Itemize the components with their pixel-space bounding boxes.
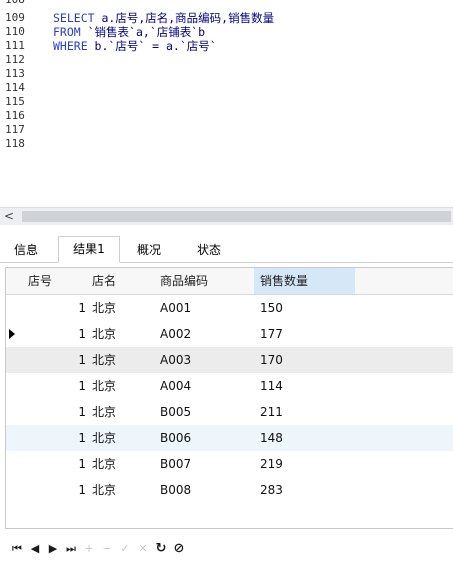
tab-status[interactable]: 状态 xyxy=(180,238,238,262)
sql-keyword: SELECT xyxy=(53,11,95,25)
cell-product-code[interactable]: A002 xyxy=(160,321,258,347)
cell-sales-qty[interactable]: 170 xyxy=(256,347,358,373)
table-row[interactable]: 1 北京 B006 148 xyxy=(6,425,453,451)
code-body: b.`店号` = a.`店号` xyxy=(87,39,217,53)
cell-product-code[interactable]: B006 xyxy=(160,425,258,451)
line-number: 113 xyxy=(5,67,25,80)
editor-line: 114 xyxy=(0,81,453,95)
cell-sales-qty[interactable]: 283 xyxy=(256,477,358,503)
grid-header-row: 店号 店名 商品编码 销售数量 xyxy=(6,268,453,295)
cell-store-name[interactable]: 北京 xyxy=(92,295,158,321)
line-number: 115 xyxy=(5,95,25,108)
column-header-store-no[interactable]: 店号 xyxy=(20,268,86,294)
table-row[interactable]: 1 北京 B005 211 xyxy=(6,399,453,425)
discard-changes-icon[interactable]: ✕ xyxy=(134,539,152,559)
cell-sales-qty[interactable]: 177 xyxy=(256,321,358,347)
cell-store-name[interactable]: 北京 xyxy=(92,399,158,425)
column-header-store-name[interactable]: 店名 xyxy=(92,268,158,294)
code-text[interactable]: SELECT a.店号,店名,商品编码,销售数量 xyxy=(53,11,274,25)
cell-store-no[interactable]: 1 xyxy=(20,477,86,503)
editor-line: 111 WHERE b.`店号` = a.`店号` xyxy=(0,39,453,53)
editor-line: 110 FROM `销售表`a,`店铺表`b xyxy=(0,25,453,39)
apply-changes-icon[interactable]: ✓ xyxy=(116,539,134,559)
code-body: a.店号,店名,商品编码,销售数量 xyxy=(94,11,275,25)
editor-line: 115 xyxy=(0,95,453,109)
cell-product-code[interactable]: A004 xyxy=(160,373,258,399)
stop-icon[interactable]: ⊘ xyxy=(170,539,188,559)
line-number: 118 xyxy=(5,137,25,150)
column-header-sales-qty[interactable]: 销售数量 xyxy=(256,268,358,294)
table-row[interactable]: 1 北京 A004 114 xyxy=(6,373,453,399)
cell-store-no[interactable]: 1 xyxy=(20,321,86,347)
first-record-icon[interactable]: ⏮ xyxy=(8,539,26,559)
cell-sales-qty[interactable]: 211 xyxy=(256,399,358,425)
line-number: 114 xyxy=(5,81,25,94)
table-row[interactable]: 1 北京 B008 283 xyxy=(6,477,453,503)
line-number: 117 xyxy=(5,123,25,136)
scroll-left-button[interactable]: < xyxy=(4,208,16,225)
current-row-indicator-icon xyxy=(9,329,15,339)
delete-record-icon[interactable]: − xyxy=(98,539,116,559)
line-number: 112 xyxy=(5,53,25,66)
cell-product-code[interactable]: B007 xyxy=(160,451,258,477)
editor-line: 118 xyxy=(0,137,453,151)
code-text[interactable]: WHERE b.`店号` = a.`店号` xyxy=(53,39,217,53)
cell-store-no[interactable]: 1 xyxy=(20,451,86,477)
line-number: 108 xyxy=(5,0,45,7)
cell-store-no[interactable]: 1 xyxy=(20,295,86,321)
sql-editor[interactable]: 108 109 SELECT a.店号,店名,商品编码,销售数量 110 FRO… xyxy=(0,0,453,207)
tab-info[interactable]: 信息 xyxy=(0,238,52,262)
last-record-icon[interactable]: ⏭ xyxy=(62,539,80,559)
cell-product-code[interactable]: B005 xyxy=(160,399,258,425)
tab-profile[interactable]: 概况 xyxy=(120,238,178,262)
table-row[interactable]: 1 北京 A001 150 xyxy=(6,295,453,321)
editor-line: 112 xyxy=(0,53,453,67)
line-number: 111 xyxy=(5,39,25,52)
tab-result1[interactable]: 结果1 xyxy=(58,236,120,263)
next-record-icon[interactable]: ▶ xyxy=(44,539,62,559)
editor-line: 113 xyxy=(0,67,453,81)
cell-store-name[interactable]: 北京 xyxy=(92,321,158,347)
cell-store-name[interactable]: 北京 xyxy=(92,347,158,373)
cell-sales-qty[interactable]: 148 xyxy=(256,425,358,451)
sql-keyword: FROM xyxy=(53,25,81,39)
sql-keyword: WHERE xyxy=(53,39,88,53)
line-number: 116 xyxy=(5,109,25,122)
cell-sales-qty[interactable]: 114 xyxy=(256,373,358,399)
code-body: `销售表`a,`店铺表`b xyxy=(80,25,206,39)
cell-store-no[interactable]: 1 xyxy=(20,399,86,425)
line-number: 109 xyxy=(5,11,25,24)
cell-store-no[interactable]: 1 xyxy=(20,373,86,399)
cell-product-code[interactable]: A003 xyxy=(160,347,258,373)
table-row[interactable]: 1 北京 A003 170 xyxy=(6,347,453,373)
line-number: 110 xyxy=(5,25,25,38)
record-navigation-toolbar: ⏮ ◀ ▶ ⏭ + − ✓ ✕ ↻ ⊘ xyxy=(0,536,453,563)
code-text[interactable]: FROM `销售表`a,`店铺表`b xyxy=(53,25,205,39)
cell-store-name[interactable]: 北京 xyxy=(92,477,158,503)
result-grid[interactable]: 店号 店名 商品编码 销售数量 1 北京 A001 150 1 北京 A002 … xyxy=(5,267,453,529)
editor-line: 117 xyxy=(0,123,453,137)
add-record-icon[interactable]: + xyxy=(80,539,98,559)
cell-sales-qty[interactable]: 150 xyxy=(256,295,358,321)
scroll-thumb[interactable] xyxy=(22,211,451,222)
editor-line: 108 xyxy=(0,0,453,7)
cell-store-no[interactable]: 1 xyxy=(20,425,86,451)
cell-store-no[interactable]: 1 xyxy=(20,347,86,373)
cell-sales-qty[interactable]: 219 xyxy=(256,451,358,477)
column-header-product-code[interactable]: 商品编码 xyxy=(160,268,258,294)
prev-record-icon[interactable]: ◀ xyxy=(26,539,44,559)
cell-store-name[interactable]: 北京 xyxy=(92,373,158,399)
cell-product-code[interactable]: A001 xyxy=(160,295,258,321)
cell-store-name[interactable]: 北京 xyxy=(92,451,158,477)
refresh-icon[interactable]: ↻ xyxy=(152,539,170,559)
cell-store-name[interactable]: 北京 xyxy=(92,425,158,451)
editor-line: 109 SELECT a.店号,店名,商品编码,销售数量 xyxy=(0,11,453,25)
cell-product-code[interactable]: B008 xyxy=(160,477,258,503)
result-tabs: 信息 结果1 概况 状态 xyxy=(0,234,453,263)
horizontal-scrollbar[interactable]: < xyxy=(0,207,453,225)
table-row[interactable]: 1 北京 A002 177 xyxy=(6,321,453,347)
table-row[interactable]: 1 北京 B007 219 xyxy=(6,451,453,477)
editor-line: 116 xyxy=(0,109,453,123)
